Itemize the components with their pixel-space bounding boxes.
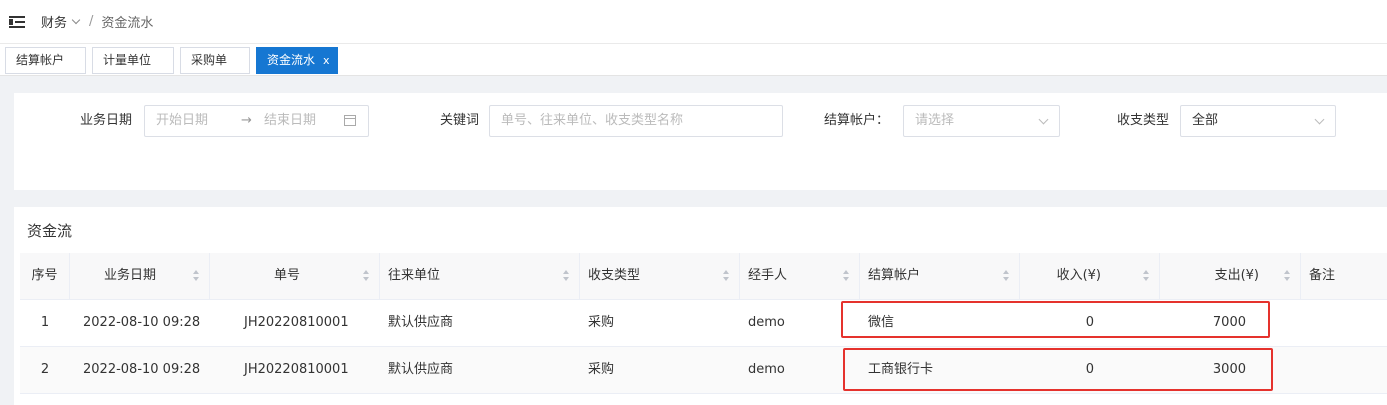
cell-account: 工商银行卡 — [868, 362, 934, 377]
breadcrumb: 财务 / 资金流水 — [41, 12, 153, 31]
breadcrumb-separator: / — [89, 14, 94, 29]
cell-order-no: JH20220810001 — [244, 315, 349, 330]
col-account[interactable]: 结算帐户 — [860, 253, 1020, 299]
col-type[interactable]: 收支类型 — [580, 253, 740, 299]
keyword-input[interactable]: 单号、往来单位、收支类型名称 — [489, 105, 783, 137]
cell-expense: 7000 — [1212, 315, 1246, 330]
cell-income: 0 — [1085, 315, 1094, 330]
tab-bar: 结算帐户 计量单位 采购单 资金流水 x — [0, 44, 1387, 76]
date-label: 业务日期 — [80, 113, 133, 128]
col-handler-label: 经手人 — [748, 268, 788, 283]
type-label: 收支类型 — [1117, 113, 1170, 128]
col-account-label: 结算帐户 — [868, 268, 921, 283]
top-header: 财务 / 资金流水 — [0, 0, 1387, 44]
table-header: 序号 业务日期 单号 往来单位 收支类型 经手人 结算帐户 收入(¥) 支出(¥… — [20, 253, 1387, 300]
cell-type: 采购 — [588, 362, 615, 377]
cell-handler: demo — [748, 362, 785, 377]
cell-handler: demo — [748, 315, 785, 330]
col-date[interactable]: 业务日期 — [70, 253, 210, 299]
tab-cash-flow[interactable]: 资金流水 x — [256, 47, 338, 74]
filter-panel: 业务日期 开始日期 → 结束日期 关键词 单号、往来单位、收支类型名称 结算帐户… — [14, 93, 1387, 190]
date-range-picker[interactable]: 开始日期 → 结束日期 — [144, 105, 369, 137]
tab-label: 资金流水 — [267, 53, 316, 67]
sort-icon[interactable] — [843, 270, 849, 282]
col-order-no-label: 单号 — [274, 268, 301, 283]
col-remark: 备注 — [1309, 268, 1336, 283]
tab-unit[interactable]: 计量单位 — [92, 47, 174, 74]
keyword-label: 关键词 — [440, 113, 480, 128]
tab-purchase-order[interactable]: 采购单 — [180, 47, 250, 74]
col-handler[interactable]: 经手人 — [740, 253, 860, 299]
cell-order-no: JH20220810001 — [244, 362, 349, 377]
col-income[interactable]: 收入(¥) — [1020, 253, 1160, 299]
cell-index: 1 — [40, 315, 50, 330]
col-partner[interactable]: 往来单位 — [380, 253, 580, 299]
arrow-right-icon: → — [241, 113, 252, 128]
cash-flow-table: 序号 业务日期 单号 往来单位 收支类型 经手人 结算帐户 收入(¥) 支出(¥… — [20, 253, 1387, 394]
cell-date: 2022-08-10 09:28 — [83, 362, 201, 377]
date-end-input[interactable]: 结束日期 — [264, 106, 316, 136]
table-row[interactable]: 1 2022-08-10 09:28 JH20220810001 默认供应商 采… — [20, 300, 1387, 347]
type-select-value: 全部 — [1192, 113, 1219, 128]
cell-type: 采购 — [588, 315, 615, 330]
sort-icon[interactable] — [193, 270, 199, 282]
col-expense[interactable]: 支出(¥) — [1160, 253, 1301, 299]
sort-icon[interactable] — [563, 270, 569, 282]
cell-expense: 3000 — [1212, 362, 1246, 377]
tab-settlement-account[interactable]: 结算帐户 — [5, 47, 86, 74]
type-select[interactable]: 全部 — [1180, 105, 1336, 137]
table-row[interactable]: 2 2022-08-10 09:28 JH20220810001 默认供应商 采… — [20, 347, 1387, 394]
sort-icon[interactable] — [1284, 270, 1290, 282]
account-label: 结算帐户： — [824, 113, 890, 128]
col-income-label: 收入(¥) — [1056, 268, 1101, 283]
cell-partner: 默认供应商 — [388, 315, 454, 330]
date-start-input[interactable]: 开始日期 — [156, 113, 208, 128]
cell-date: 2022-08-10 09:28 — [83, 315, 201, 330]
chevron-down-icon — [1314, 114, 1325, 125]
menu-fold-icon[interactable] — [9, 15, 25, 29]
account-select[interactable]: 请选择 — [903, 105, 1060, 137]
sort-icon[interactable] — [1003, 270, 1009, 282]
cell-partner: 默认供应商 — [388, 362, 454, 377]
col-index: 序号 — [20, 253, 70, 299]
account-select-placeholder: 请选择 — [915, 113, 955, 128]
tab-label: 计量单位 — [103, 53, 152, 67]
cell-income: 0 — [1085, 362, 1094, 377]
tab-label: 结算帐户 — [16, 53, 65, 67]
col-date-label: 业务日期 — [104, 268, 157, 283]
chevron-down-icon[interactable] — [71, 15, 81, 25]
cell-index: 2 — [40, 362, 50, 377]
tab-label: 采购单 — [191, 53, 228, 67]
col-partner-label: 往来单位 — [388, 268, 441, 283]
col-order-no[interactable]: 单号 — [210, 253, 380, 299]
col-expense-label: 支出(¥) — [1214, 268, 1259, 283]
cell-account: 微信 — [868, 315, 895, 330]
panel-title: 资金流 — [27, 222, 73, 240]
chevron-down-icon — [1038, 114, 1049, 125]
breadcrumb-parent[interactable]: 财务 — [41, 12, 67, 31]
sort-icon[interactable] — [723, 270, 729, 282]
breadcrumb-current: 资金流水 — [101, 16, 154, 31]
calendar-icon — [344, 115, 356, 126]
cash-flow-panel: 资金流 序号 业务日期 单号 往来单位 收支类型 经手人 结算帐户 收入(¥) … — [14, 207, 1387, 405]
sort-icon[interactable] — [363, 270, 369, 282]
sort-icon[interactable] — [1143, 270, 1149, 282]
close-icon[interactable]: x — [323, 54, 330, 67]
col-type-label: 收支类型 — [588, 268, 641, 283]
